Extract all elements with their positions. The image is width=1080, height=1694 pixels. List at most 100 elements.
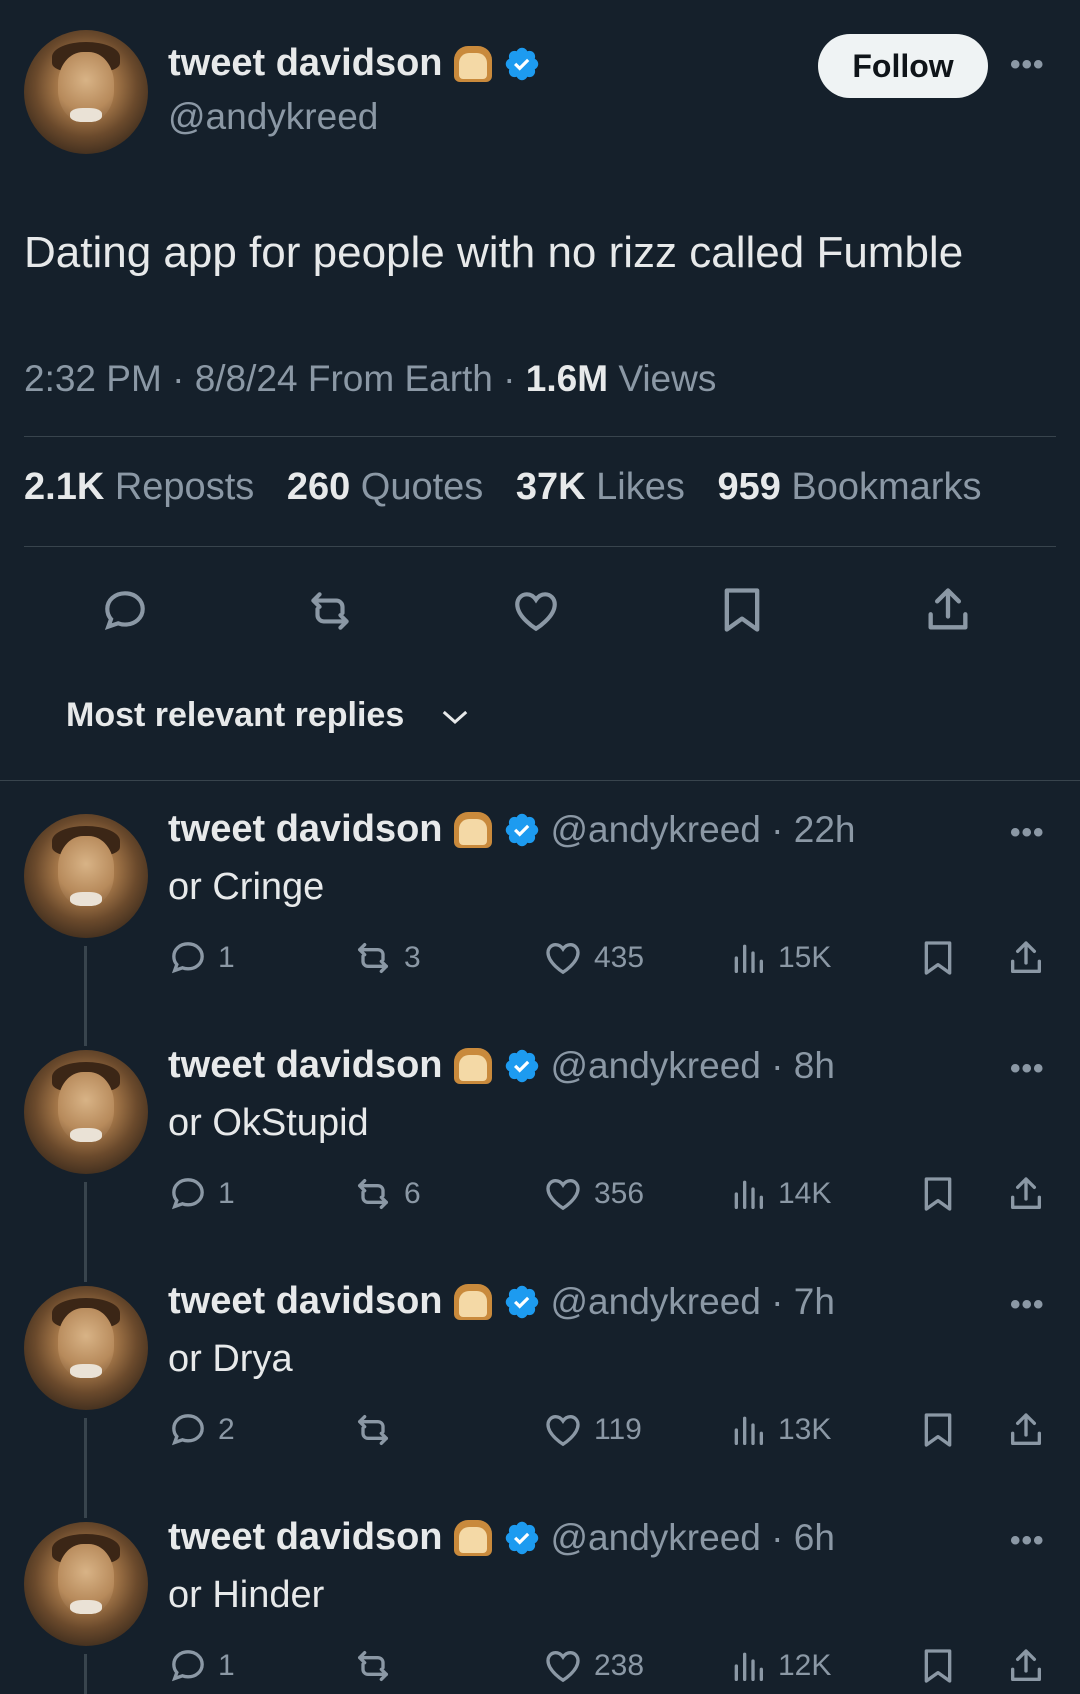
- views-count: 15K: [778, 941, 832, 974]
- bookmark-icon[interactable]: [918, 938, 958, 978]
- share-icon[interactable]: [922, 584, 974, 636]
- author-avatar[interactable]: [24, 30, 148, 154]
- thread-connector-line: [84, 1418, 87, 1518]
- views-icon: [734, 1180, 763, 1209]
- verified-badge-icon: [505, 47, 538, 80]
- like-count: 119: [594, 1413, 642, 1446]
- tweet-source: From Earth: [307, 358, 493, 399]
- repost-count: 3: [404, 941, 421, 974]
- reply-views-button[interactable]: 12K: [728, 1646, 831, 1686]
- reply-author-handle[interactable]: @andykreed · 6h: [551, 1517, 835, 1559]
- reply-action-bar: 1 3 435 15K: [168, 938, 1058, 978]
- reply-like-button[interactable]: 238: [542, 1646, 644, 1686]
- like-icon[interactable]: [510, 586, 562, 636]
- reply-action-bar: 1 238 12K: [168, 1646, 1058, 1686]
- like-count: 356: [594, 1177, 645, 1210]
- reply-action-bar: 2 119 13K: [168, 1410, 1058, 1450]
- reply-repost-button[interactable]: 6: [352, 1174, 421, 1214]
- share-icon[interactable]: [1006, 1646, 1046, 1686]
- share-icon[interactable]: [1006, 1410, 1046, 1450]
- reply-views-button[interactable]: 15K: [728, 938, 831, 978]
- reply-count: 2: [218, 1413, 235, 1446]
- repost-icon: [358, 1179, 388, 1209]
- reposts-stat[interactable]: 2.1K Reposts: [24, 466, 254, 508]
- bookmarks-stat[interactable]: 959 Bookmarks: [717, 466, 981, 508]
- reply-reply-button[interactable]: 1: [168, 1646, 235, 1686]
- reply-header: tweet davidson @andykreed · 8h: [168, 1044, 835, 1087]
- reply-avatar[interactable]: [24, 1522, 148, 1646]
- reply-like-button[interactable]: 119: [542, 1410, 642, 1450]
- reply-views-button[interactable]: 13K: [728, 1410, 831, 1450]
- reply-like-button[interactable]: 435: [542, 938, 644, 978]
- tweet-meta: 2:32 PM · 8/8/24 From Earth · 1.6M Views: [24, 358, 717, 399]
- bookmark-icon[interactable]: [716, 584, 768, 636]
- reply-more-options-icon[interactable]: •••: [1010, 1524, 1045, 1558]
- reply-icon[interactable]: [100, 586, 150, 636]
- more-options-icon[interactable]: •••: [1010, 48, 1045, 82]
- like-icon: [546, 1650, 580, 1683]
- like-icon: [546, 942, 580, 975]
- reply-count: 1: [218, 1177, 235, 1210]
- views-label: Views: [618, 358, 717, 399]
- replies-sort-dropdown[interactable]: Most relevant replies: [66, 696, 470, 735]
- reply-more-options-icon[interactable]: •••: [1010, 1288, 1045, 1322]
- bookmark-icon[interactable]: [918, 1174, 958, 1214]
- like-icon: [546, 1178, 580, 1211]
- reply-author-handle[interactable]: @andykreed · 7h: [551, 1281, 835, 1323]
- views-count: 1.6M: [525, 358, 609, 399]
- reply-more-options-icon[interactable]: •••: [1010, 816, 1045, 850]
- reply-count: 1: [218, 1649, 235, 1682]
- divider: [24, 436, 1056, 437]
- author-handle[interactable]: @andykreed: [168, 96, 378, 138]
- reply-header: tweet davidson @andykreed · 22h: [168, 808, 855, 851]
- repost-icon[interactable]: [304, 586, 356, 636]
- reply-like-button[interactable]: 356: [542, 1174, 644, 1214]
- reply-author-handle[interactable]: @andykreed · 22h: [551, 809, 856, 851]
- like-icon: [546, 1414, 580, 1447]
- reply-avatar[interactable]: [24, 1050, 148, 1174]
- reply-avatar[interactable]: [24, 814, 148, 938]
- quotes-stat[interactable]: 260 Quotes: [287, 466, 484, 508]
- reply-reply-button[interactable]: 1: [168, 938, 235, 978]
- author-name[interactable]: tweet davidson: [168, 42, 443, 85]
- reply-icon: [171, 1650, 204, 1682]
- reply-repost-button[interactable]: [352, 1410, 404, 1450]
- reply-icon: [171, 942, 204, 974]
- bookmark-icon[interactable]: [918, 1410, 958, 1450]
- reply-author-name[interactable]: tweet davidson: [168, 1044, 443, 1087]
- reply-icon: [171, 1178, 204, 1210]
- views-count: 12K: [778, 1649, 832, 1682]
- share-icon[interactable]: [1006, 938, 1046, 978]
- reply-repost-button[interactable]: 3: [352, 938, 421, 978]
- reply-repost-button[interactable]: [352, 1646, 404, 1686]
- reply-avatar[interactable]: [24, 1286, 148, 1410]
- views-icon: [734, 944, 763, 973]
- reply-text: or OkStupid: [168, 1102, 369, 1144]
- reply-author-name[interactable]: tweet davidson: [168, 1516, 443, 1559]
- reply-more-options-icon[interactable]: •••: [1010, 1052, 1045, 1086]
- verified-badge-icon: [505, 1049, 538, 1082]
- tweet-text: Dating app for people with no rizz calle…: [24, 228, 964, 277]
- reply-author-name[interactable]: tweet davidson: [168, 808, 443, 851]
- reply-text: or Drya: [168, 1338, 293, 1380]
- reply-reply-button[interactable]: 2: [168, 1410, 235, 1450]
- sort-label: Most relevant replies: [66, 696, 405, 734]
- reply-author-handle[interactable]: @andykreed · 8h: [551, 1045, 835, 1087]
- like-count: 435: [594, 941, 645, 974]
- reply-reply-button[interactable]: 1: [168, 1174, 235, 1214]
- follow-button[interactable]: Follow: [818, 34, 988, 98]
- reply-action-bar: 1 6 356 14K: [168, 1174, 1058, 1214]
- reply-author-name[interactable]: tweet davidson: [168, 1280, 443, 1323]
- divider: [24, 546, 1056, 547]
- reply-icon: [171, 1414, 204, 1446]
- reply-views-button[interactable]: 14K: [728, 1174, 831, 1214]
- bookmark-icon[interactable]: [918, 1646, 958, 1686]
- likes-stat[interactable]: 37K Likes: [516, 466, 685, 508]
- reply-header: tweet davidson @andykreed · 6h: [168, 1516, 835, 1559]
- like-count: 238: [594, 1649, 645, 1682]
- bread-emoji-icon: [453, 1283, 493, 1321]
- share-icon[interactable]: [1006, 1174, 1046, 1214]
- repost-icon: [358, 943, 388, 973]
- thread-connector-line: [84, 1654, 87, 1694]
- bread-emoji-icon: [453, 811, 493, 849]
